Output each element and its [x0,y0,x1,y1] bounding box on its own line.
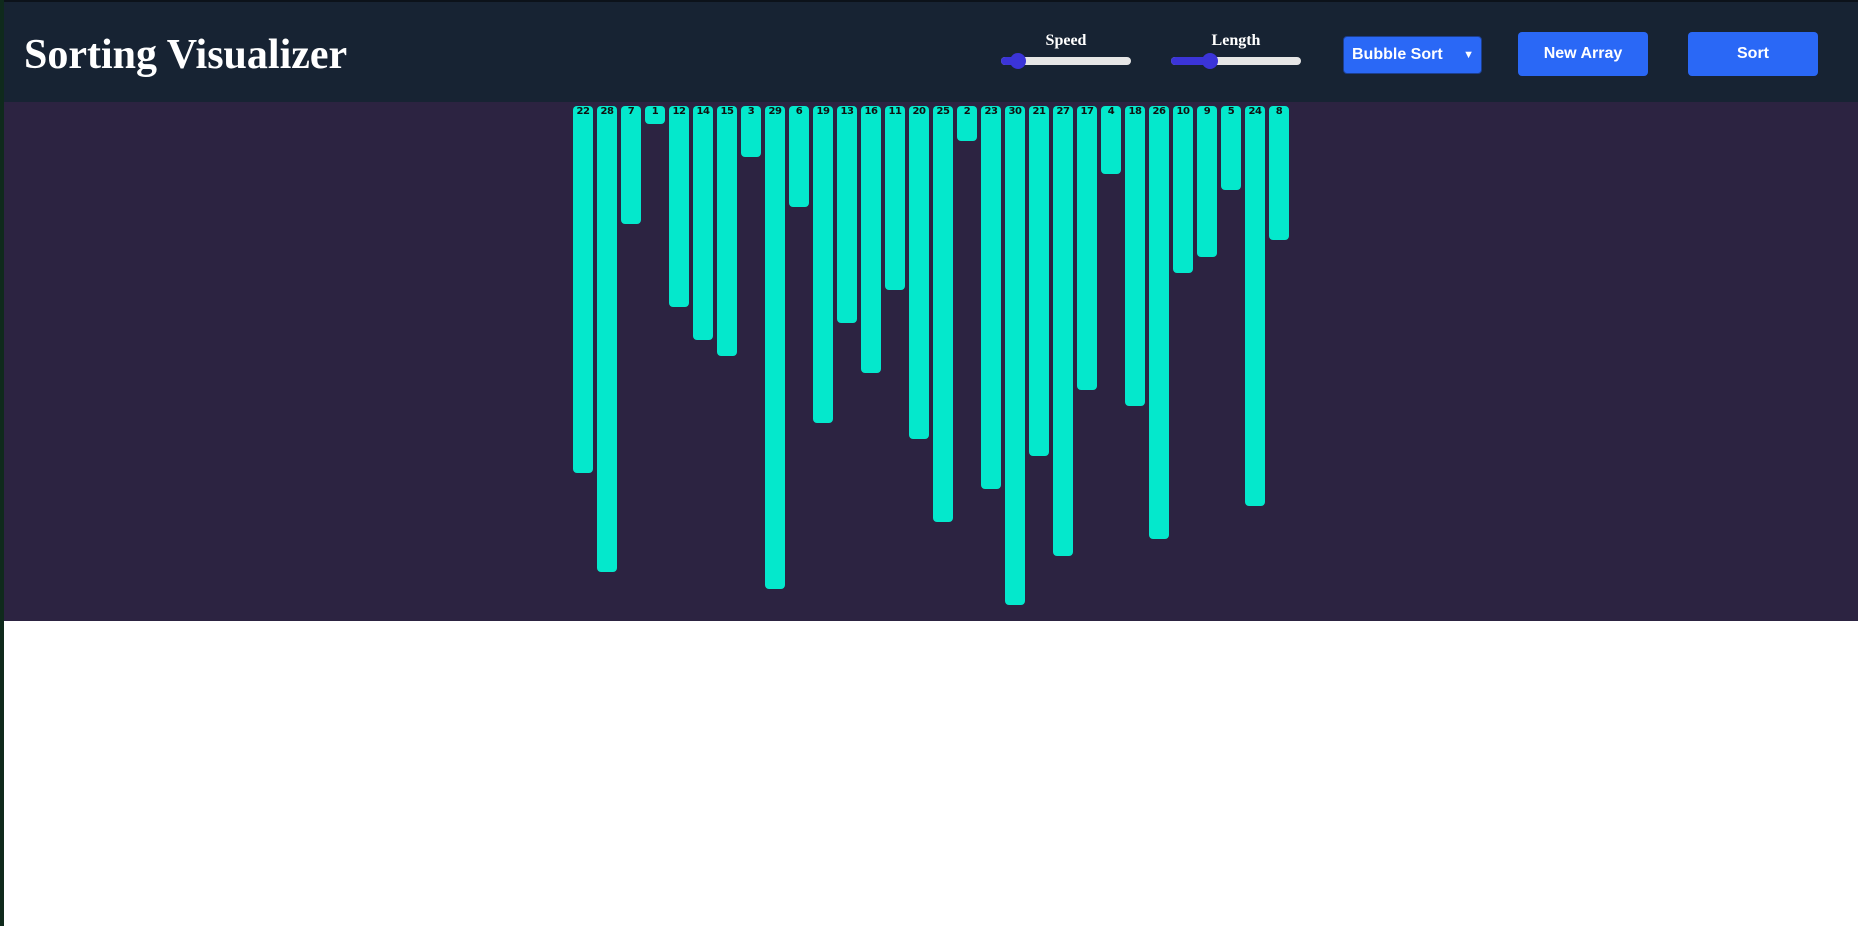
array-bar-value: 8 [1275,106,1283,117]
array-visualization: 22 28 7 1 12 14 15 3 29 6 19 13 16 11 20 25 2 23 30 21 27 17 4… [4,102,1858,621]
array-bar-value: 14 [696,106,710,117]
speed-control: Speed [1001,32,1131,72]
array-bar: 1 [645,106,665,124]
length-label: Length [1211,32,1261,49]
speed-slider-thumb[interactable] [1009,53,1026,69]
speed-slider[interactable] [1001,53,1131,69]
array-bar: 3 [741,106,761,158]
array-bar-value: 19 [816,106,830,117]
array-bar: 7 [621,106,641,224]
array-bar-value: 10 [1176,106,1190,117]
array-bar-value: 2 [963,106,971,117]
algorithm-select-value: Bubble Sort [1352,46,1443,63]
array-bar: 26 [1149,106,1169,539]
array-bar-value: 5 [1227,106,1235,117]
chevron-down-icon: ▼ [1463,49,1474,61]
array-bar-value: 22 [576,106,590,117]
length-control: Length [1171,32,1301,72]
array-bar: 21 [1029,106,1049,456]
array-bar-value: 30 [1008,106,1022,117]
array-bar-value: 7 [627,106,635,117]
array-bar-value: 24 [1248,106,1262,117]
array-bar-value: 25 [936,106,950,117]
new-array-button[interactable]: New Array [1518,32,1648,76]
array-bar-value: 1 [651,106,659,117]
array-bar: 6 [789,106,809,207]
array-bar: 18 [1125,106,1145,407]
array-bar-value: 11 [888,106,902,117]
array-bar-value: 23 [984,106,998,117]
array-bar: 5 [1221,106,1241,191]
page-title: Sorting Visualizer [24,32,348,78]
array-bar: 29 [765,106,785,589]
array-bar: 9 [1197,106,1217,257]
array-bar-value: 12 [672,106,686,117]
array-bar: 10 [1173,106,1193,274]
array-bar: 25 [933,106,953,523]
array-bar-value: 4 [1107,106,1115,117]
array-bar-value: 3 [747,106,755,117]
array-bar: 8 [1269,106,1289,241]
array-bar: 15 [717,106,737,357]
array-bar: 2 [957,106,977,141]
array-bar: 11 [885,106,905,290]
array-bar-value: 13 [840,106,854,117]
array-bar-value: 29 [768,106,782,117]
array-bar: 13 [837,106,857,324]
algorithm-select[interactable]: Bubble Sort ▼ [1343,36,1482,74]
array-bar-value: 21 [1032,106,1046,117]
array-bar-value: 9 [1203,106,1211,117]
array-bar: 4 [1101,106,1121,174]
array-bar: 24 [1245,106,1265,506]
array-bar: 22 [573,106,593,473]
header-bar: Sorting Visualizer Speed Length Bubble S… [4,0,1858,102]
array-bar: 12 [669,106,689,307]
array-bar: 27 [1053,106,1073,556]
sort-button[interactable]: Sort [1688,32,1818,76]
array-bar: 19 [813,106,833,423]
array-bar-value: 15 [720,106,734,117]
array-bar: 23 [981,106,1001,490]
array-bar: 20 [909,106,929,440]
array-bar-value: 16 [864,106,878,117]
length-slider-thumb[interactable] [1202,53,1218,69]
array-bar-value: 27 [1056,106,1070,117]
array-bar: 16 [861,106,881,373]
array-bar: 17 [1077,106,1097,390]
array-bar-value: 28 [600,106,614,117]
array-bar-value: 26 [1152,106,1166,117]
array-bar: 28 [597,106,617,573]
array-bar: 30 [1005,106,1025,606]
array-bar-value: 17 [1080,106,1094,117]
array-bar-value: 18 [1128,106,1142,117]
length-slider[interactable] [1171,53,1301,69]
array-bar: 14 [693,106,713,340]
array-bar-value: 6 [795,106,803,117]
array-bar-value: 20 [912,106,926,117]
speed-label: Speed [1045,32,1087,49]
